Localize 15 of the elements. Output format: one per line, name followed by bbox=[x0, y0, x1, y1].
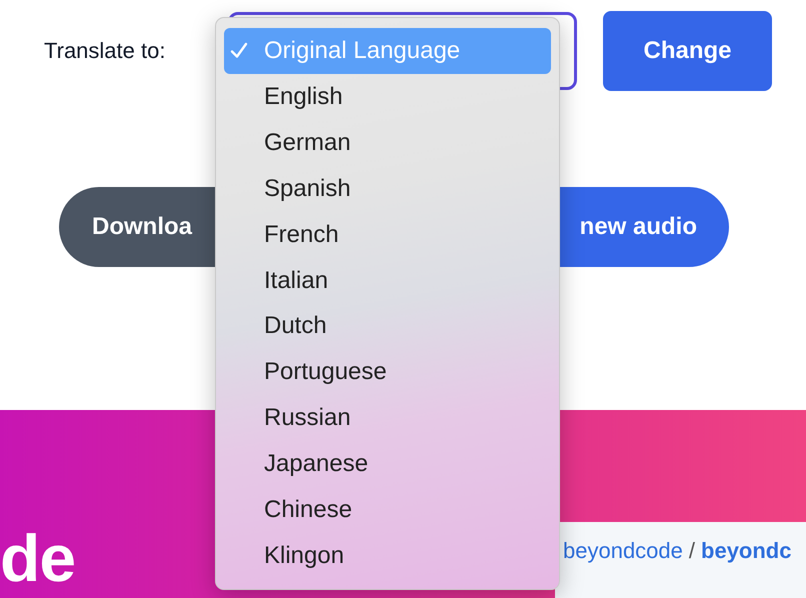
breadcrumb-link[interactable]: beyondc bbox=[701, 538, 792, 564]
checkmark-icon bbox=[230, 42, 248, 60]
menu-item[interactable]: German bbox=[224, 120, 551, 166]
menu-item[interactable]: Japanese bbox=[224, 441, 551, 488]
breadcrumb-separator: / bbox=[688, 538, 696, 564]
breadcrumb-link[interactable]: beyondcode bbox=[563, 538, 683, 564]
menu-item[interactable]: English bbox=[224, 74, 551, 120]
menu-item[interactable]: Klingon bbox=[224, 533, 551, 580]
menu-item[interactable]: Chinese bbox=[224, 487, 551, 534]
change-button[interactable]: Change bbox=[603, 11, 772, 91]
field-label: Translate to: bbox=[44, 38, 166, 64]
menu-item[interactable]: Dutch bbox=[224, 304, 551, 350]
menu-item[interactable]: Russian bbox=[224, 395, 551, 442]
menu-item[interactable]: Portuguese bbox=[224, 349, 551, 396]
banner-heading: de bbox=[0, 522, 76, 594]
